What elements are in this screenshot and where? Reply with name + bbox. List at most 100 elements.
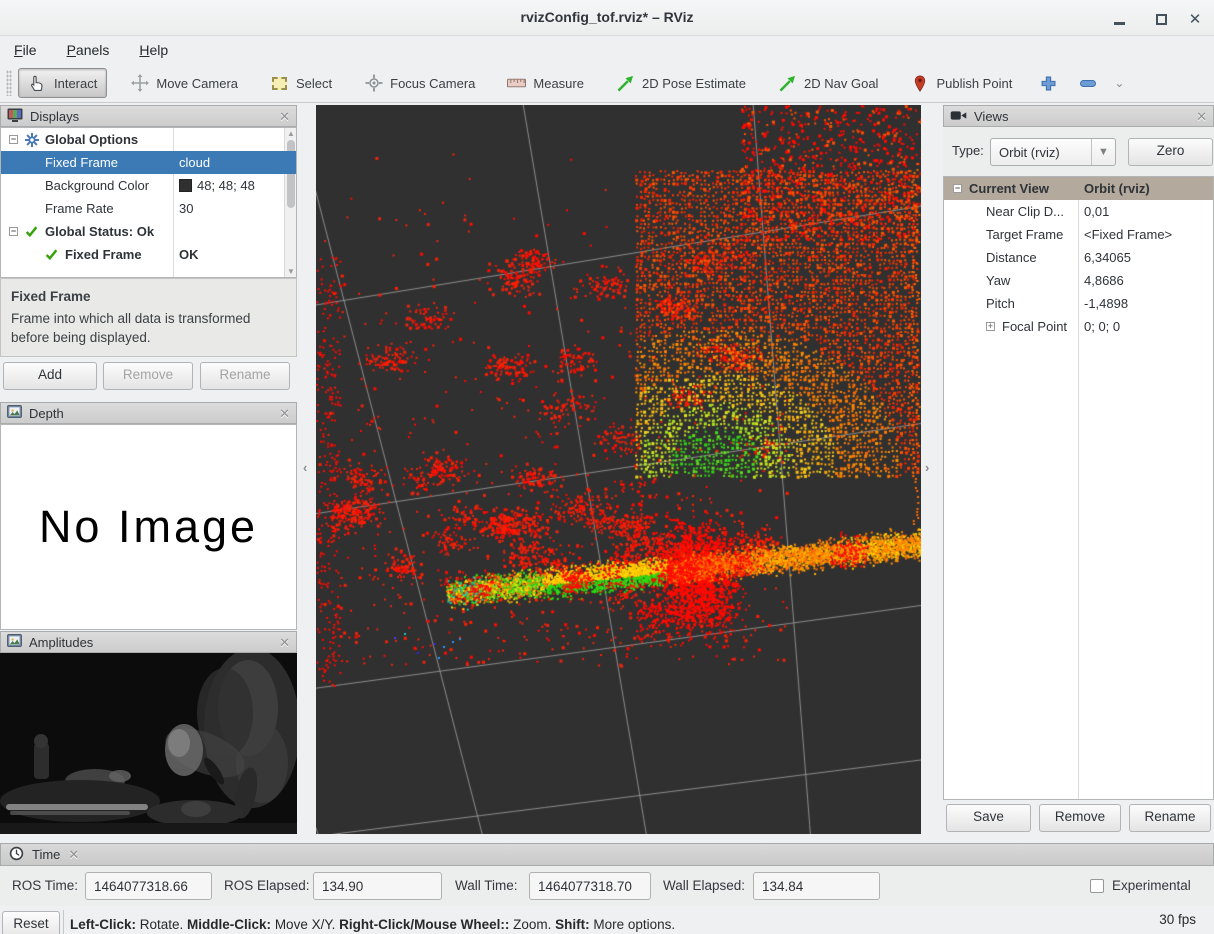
pointcloud-canvas[interactable] <box>316 105 921 834</box>
3d-viewport[interactable] <box>316 105 921 834</box>
tree-row-value[interactable]: Orbit (rviz) <box>1084 181 1150 196</box>
depth-image-view: No Image <box>0 424 297 630</box>
tree-row-label: Target Frame <box>986 227 1063 242</box>
tree-row-value[interactable]: cloud <box>179 155 210 170</box>
views-close-icon[interactable]: ✕ <box>1196 110 1207 123</box>
time-field-value[interactable]: 134.90 <box>313 872 442 900</box>
tree-row-focal-point[interactable]: +Focal Point0; 0; 0 <box>944 315 1213 338</box>
tree-row-label: Pitch <box>986 296 1015 311</box>
collapse-expander-icon[interactable]: − <box>953 184 962 193</box>
rename-button[interactable]: Rename <box>1129 804 1211 832</box>
titlebar: rvizConfig_tof.rviz* – RViz ✕ <box>0 0 1214 36</box>
tree-row-value[interactable]: 4,8686 <box>1084 273 1124 288</box>
menu-item-panels[interactable]: Panels <box>67 42 110 58</box>
view-type-combobox[interactable]: Orbit (rviz) ▼ <box>990 138 1116 166</box>
tree-row-yaw[interactable]: Yaw4,8686 <box>944 269 1213 292</box>
tool-focus-camera[interactable]: Focus Camera <box>355 69 484 97</box>
measure-icon <box>507 74 526 92</box>
collapse-expander-icon[interactable]: − <box>9 135 18 144</box>
remove-button[interactable]: Remove <box>103 362 193 390</box>
tree-row-fixed-frame[interactable]: Fixed Framecloud <box>1 151 296 174</box>
zero-button[interactable]: Zero <box>1128 138 1213 166</box>
tree-row-value[interactable]: <Fixed Frame> <box>1084 227 1172 242</box>
views-panel-header[interactable]: Views ✕ <box>943 105 1214 127</box>
tree-row-value[interactable]: 30 <box>179 201 193 216</box>
depth-no-image-text: No Image <box>1 425 296 629</box>
nav-goal-icon <box>778 74 797 92</box>
depth-panel-header[interactable]: Depth ✕ <box>0 402 297 424</box>
tree-row-value[interactable]: 48; 48; 48 <box>179 178 255 193</box>
amplitudes-close-icon[interactable]: ✕ <box>279 636 290 649</box>
tool-2d-pose-estimate[interactable]: 2D Pose Estimate <box>607 69 755 97</box>
tree-row-value[interactable]: OK <box>179 247 199 262</box>
time-field-value[interactable]: 1464077318.66 <box>85 872 212 900</box>
amplitudes-panel-header[interactable]: Amplitudes ✕ <box>0 631 297 653</box>
clock-icon <box>9 846 24 864</box>
tree-row-label: Global Options <box>45 132 138 147</box>
toolbar-drag-handle[interactable] <box>6 70 12 96</box>
time-panel-body: Experimental ROS Time:1464077318.66ROS E… <box>0 866 1214 906</box>
reset-button[interactable]: Reset <box>2 911 60 934</box>
toolbar-overflow-chevron-icon[interactable]: ⌄ <box>1114 76 1124 90</box>
image-icon <box>7 405 22 421</box>
collapse-expander-icon[interactable]: − <box>9 227 18 236</box>
camera-icon <box>950 109 967 124</box>
left-splitter-collapse-handle[interactable]: ‹ <box>303 460 307 475</box>
tool-measure[interactable]: Measure <box>498 69 593 97</box>
tree-row-value[interactable]: 0; 0; 0 <box>1084 319 1120 334</box>
view-type-value: Orbit (rviz) <box>991 145 1091 160</box>
remove-tool-button[interactable] <box>1080 80 1096 87</box>
pose-estimate-icon <box>616 74 635 92</box>
add-button[interactable]: Add <box>3 362 97 390</box>
tree-row-fixed-frame[interactable]: Fixed FrameOK <box>1 243 296 266</box>
statusbar: Reset Left-Click: Rotate. Middle-Click: … <box>0 906 1214 934</box>
tree-row-global-status-ok[interactable]: −Global Status: Ok <box>1 220 296 243</box>
tree-row-distance[interactable]: Distance6,34065 <box>944 246 1213 269</box>
tree-row-value[interactable]: 0,01 <box>1084 204 1109 219</box>
tool-publish-point[interactable]: Publish Point <box>901 69 1021 97</box>
menu-item-file[interactable]: File <box>14 42 37 58</box>
minimize-button[interactable] <box>1108 8 1130 30</box>
expand-expander-icon[interactable]: + <box>986 322 995 331</box>
time-panel-header[interactable]: Time ✕ <box>0 843 1214 866</box>
menu-item-help[interactable]: Help <box>139 42 168 58</box>
time-field-label: ROS Elapsed: <box>224 878 310 893</box>
add-tool-button[interactable] <box>1041 76 1056 91</box>
tool-select[interactable]: Select <box>261 69 341 97</box>
remove-button[interactable]: Remove <box>1039 804 1121 832</box>
tree-row-value[interactable]: -1,4898 <box>1084 296 1128 311</box>
maximize-button[interactable] <box>1150 8 1172 30</box>
displays-close-icon[interactable]: ✕ <box>279 110 290 123</box>
tool-label: 2D Nav Goal <box>804 76 878 91</box>
right-splitter-collapse-handle[interactable]: › <box>925 460 929 475</box>
select-icon <box>270 74 289 92</box>
tree-row-target-frame[interactable]: Target Frame <Fixed Frame> <box>944 223 1213 246</box>
close-button[interactable]: ✕ <box>1184 8 1206 30</box>
rename-button[interactable]: Rename <box>200 362 290 390</box>
image-icon <box>7 634 22 650</box>
experimental-checkbox[interactable] <box>1090 879 1104 893</box>
displays-panel-header[interactable]: Displays ✕ <box>0 105 297 127</box>
tree-row-value[interactable]: 6,34065 <box>1084 250 1131 265</box>
save-button[interactable]: Save <box>946 804 1031 832</box>
interact-icon <box>28 74 47 92</box>
tree-row-near-clip-d-[interactable]: Near Clip D...0,01 <box>944 200 1213 223</box>
time-close-icon[interactable]: ✕ <box>68 848 79 861</box>
time-field-value[interactable]: 1464077318.70 <box>529 872 651 900</box>
tree-row-current-view[interactable]: −Current ViewOrbit (rviz) <box>944 177 1213 200</box>
tree-row-frame-rate[interactable]: Frame Rate 30 <box>1 197 296 220</box>
tree-row-background-color[interactable]: Background Color48; 48; 48 <box>1 174 296 197</box>
tool-move-camera[interactable]: Move Camera <box>121 69 247 97</box>
tool-label: Move Camera <box>156 76 238 91</box>
tree-row-pitch[interactable]: Pitch -1,4898 <box>944 292 1213 315</box>
tool-label: Measure <box>533 76 584 91</box>
toolbar: Interact Move Camera Select Focus Camera Mea… <box>0 64 1214 103</box>
tool-interact[interactable]: Interact <box>18 68 107 98</box>
time-field-value[interactable]: 134.84 <box>753 872 880 900</box>
tree-row-global-options[interactable]: − Global Options <box>1 128 296 151</box>
tool-2d-nav-goal[interactable]: 2D Nav Goal <box>769 69 887 97</box>
depth-close-icon[interactable]: ✕ <box>279 407 290 420</box>
displays-panel-title: Displays <box>30 109 272 124</box>
tree-row-label: Frame Rate <box>45 201 114 216</box>
experimental-label: Experimental <box>1112 878 1191 893</box>
